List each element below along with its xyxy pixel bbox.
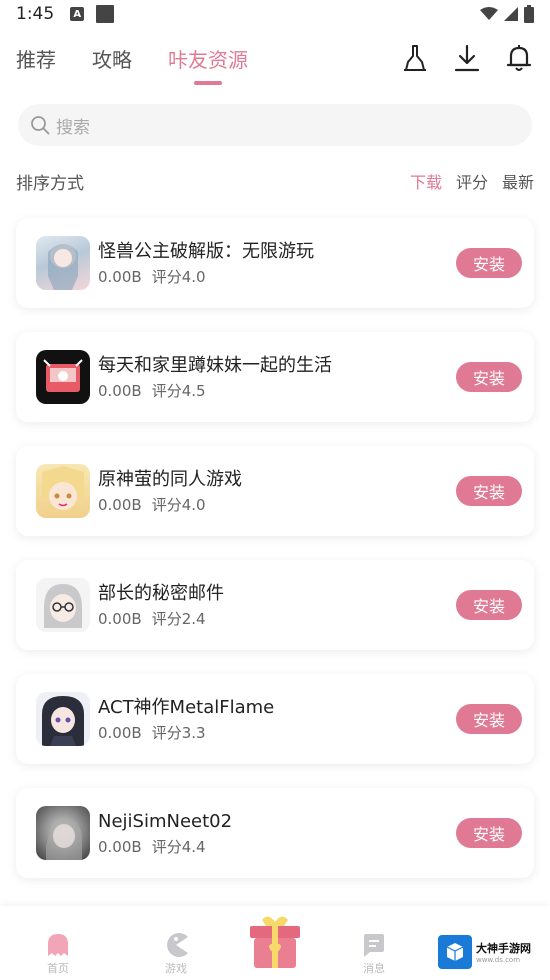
install-button[interactable]: 安装 (456, 818, 522, 848)
game-thumbnail-icon (36, 464, 90, 518)
pacman-icon (167, 933, 188, 957)
sort-row: 排序方式 下载 评分 最新 (16, 164, 534, 198)
game-card[interactable]: NejiSimNeet02 0.00B 评分4.4 安装 (16, 788, 534, 878)
signal-icon (504, 7, 518, 21)
game-meta: 0.00B 评分4.5 (98, 380, 456, 401)
game-info: 每天和家里蹲妹妹一起的生活 0.00B 评分4.5 (98, 354, 456, 401)
game-thumbnail-icon (36, 350, 90, 404)
game-size: 0.00B (98, 723, 142, 742)
game-title: 部长的秘密邮件 (98, 582, 224, 604)
game-thumbnail-icon (36, 806, 90, 860)
battery-icon (524, 5, 534, 23)
wifi-icon (480, 7, 498, 20)
game-card[interactable]: 原神萤的同人游戏 0.00B 评分4.0 安装 (16, 446, 534, 536)
game-rating: 评分4.4 (151, 837, 206, 856)
game-info: 部长的秘密邮件 0.00B 评分2.4 (98, 582, 456, 629)
game-card[interactable]: 每天和家里蹲妹妹一起的生活 0.00B 评分4.5 安装 (16, 332, 534, 422)
bottom-nav-messages[interactable]: 消息 (344, 932, 404, 976)
bottom-nav: 首页 游戏 消息 大神手游网 www.ds.com (0, 906, 550, 980)
game-list: 怪兽公主破解版：无限游玩 0.00B 评分4.0 安装 每天和家里蹲妹妹一起的生活… (16, 218, 534, 902)
message-icon (364, 934, 384, 957)
install-button[interactable]: 安装 (456, 704, 522, 734)
game-rating: 评分4.5 (151, 381, 206, 400)
game-card[interactable]: 部长的秘密邮件 0.00B 评分2.4 安装 (16, 560, 534, 650)
broom-icon[interactable] (400, 43, 430, 73)
tab-user-resources[interactable]: 咔友资源 (168, 44, 248, 73)
game-rating: 评分4.0 (151, 267, 206, 286)
watermark-title: 大神手游网 (476, 942, 531, 955)
status-bar: 1:45 A (0, 0, 550, 28)
ghost-icon (48, 934, 68, 956)
game-meta: 0.00B 评分4.0 (98, 266, 456, 287)
status-right (480, 5, 534, 23)
game-title: 怪兽公主破解版：无限游玩 (98, 240, 314, 262)
game-title: 每天和家里蹲妹妹一起的生活 (98, 354, 332, 376)
bottom-nav-home[interactable]: 首页 (28, 932, 88, 976)
game-size: 0.00B (98, 609, 142, 628)
game-title: ACT神作MetalFlame (98, 696, 275, 718)
game-title: NejiSimNeet02 (98, 810, 233, 832)
game-info: NejiSimNeet02 0.00B 评分4.4 (98, 810, 456, 857)
game-meta: 0.00B 评分4.0 (98, 494, 456, 515)
game-thumbnail-icon (36, 578, 90, 632)
status-time: 1:45 (16, 4, 55, 24)
game-size: 0.00B (98, 267, 142, 286)
top-nav: 推荐 攻略 咔友资源 (0, 28, 550, 88)
game-thumbnail-icon (36, 692, 90, 746)
search-icon (31, 116, 50, 135)
game-card[interactable]: ACT神作MetalFlame 0.00B 评分3.3 安装 (16, 674, 534, 764)
gift-icon (250, 916, 300, 968)
sort-label: 排序方式 (16, 173, 84, 194)
game-thumbnail-icon (36, 236, 90, 290)
sort-downloads[interactable]: 下载 (410, 169, 442, 193)
download-icon[interactable] (452, 43, 482, 73)
gift-button[interactable] (248, 912, 302, 970)
game-title: 原神萤的同人游戏 (98, 468, 242, 490)
install-button[interactable]: 安装 (456, 248, 522, 278)
install-button[interactable]: 安装 (456, 590, 522, 620)
watermark-sub: www.ds.com (476, 956, 521, 964)
install-button[interactable]: 安装 (456, 362, 522, 392)
game-size: 0.00B (98, 381, 142, 400)
game-size: 0.00B (98, 495, 142, 514)
bottom-nav-label: 游戏 (165, 962, 187, 975)
search-placeholder: 搜索 (56, 117, 90, 138)
search-input[interactable]: 搜索 (18, 104, 532, 146)
bottom-nav-label: 首页 (47, 962, 69, 975)
game-rating: 评分3.3 (151, 723, 206, 742)
tab-guides[interactable]: 攻略 (92, 44, 132, 73)
nav-icons (400, 43, 534, 73)
tab-recommend[interactable]: 推荐 (16, 44, 56, 73)
game-meta: 0.00B 评分3.3 (98, 722, 456, 743)
sort-rating[interactable]: 评分 (456, 169, 488, 193)
watermark-text: 大神手游网 www.ds.com (476, 940, 531, 964)
game-info: 原神萤的同人游戏 0.00B 评分4.0 (98, 468, 456, 515)
bottom-nav-games[interactable]: 游戏 (146, 932, 206, 976)
game-meta: 0.00B 评分2.4 (98, 608, 456, 629)
game-rating: 评分4.0 (151, 495, 206, 514)
watermark-logo-icon (438, 935, 472, 969)
game-info: 怪兽公主破解版：无限游玩 0.00B 评分4.0 (98, 240, 456, 287)
sort-options: 下载 评分 最新 (410, 169, 534, 193)
game-info: ACT神作MetalFlame 0.00B 评分3.3 (98, 696, 456, 743)
bottom-nav-label: 消息 (363, 962, 385, 975)
sort-newest[interactable]: 最新 (502, 169, 534, 193)
game-rating: 评分2.4 (151, 609, 206, 628)
watermark: 大神手游网 www.ds.com (438, 930, 544, 974)
game-meta: 0.00B 评分4.4 (98, 836, 456, 857)
game-card[interactable]: 怪兽公主破解版：无限游玩 0.00B 评分4.0 安装 (16, 218, 534, 308)
notification-square-icon (96, 5, 115, 23)
install-button[interactable]: 安装 (456, 476, 522, 506)
notification-a-icon: A (70, 7, 85, 21)
game-size: 0.00B (98, 837, 142, 856)
bell-icon[interactable] (504, 43, 534, 73)
